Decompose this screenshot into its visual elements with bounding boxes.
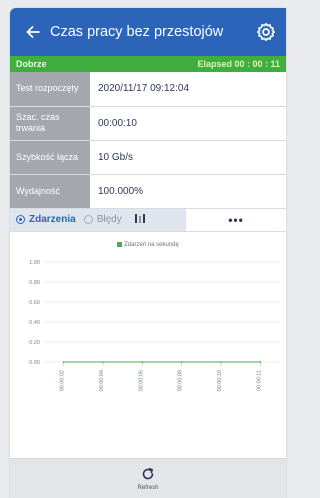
x-tick-label: 00:00:11: [256, 370, 262, 391]
errors-radio[interactable]: [83, 215, 93, 224]
gear-icon[interactable]: [254, 20, 278, 44]
data-point: [220, 360, 222, 363]
elapsed-timer: Elapsed 00 : 00 : 11: [197, 59, 280, 69]
events-chart: Zdarzeń na sekundę 1.00 0.80 0.60 0.40 0.20 0…: [10, 231, 286, 427]
more-options-button[interactable]: •••: [186, 213, 286, 227]
info-label: Wydajność: [10, 174, 90, 209]
app-screen: Czas pracy bez przestojów Dobrze Elapsed…: [10, 8, 286, 498]
view-tabs: Zdarzenia Błędy •••: [10, 208, 286, 232]
x-tick-label: 00:00:02: [60, 370, 66, 391]
legend-swatch: [117, 241, 123, 247]
data-point: [62, 360, 65, 363]
back-arrow-icon[interactable]: [20, 19, 46, 45]
data-point: [102, 360, 104, 363]
info-row-duration: Szac. czas trwania 00:00:10: [10, 106, 286, 141]
refresh-label: Refresh: [137, 484, 159, 491]
info-value: 10 Gb/s: [90, 140, 286, 175]
x-tick-label: 00:00:04: [99, 370, 105, 391]
y-tick-label: 0.00: [29, 360, 40, 366]
y-tick-label: 0.80: [29, 280, 40, 286]
y-tick-label: 1.00: [29, 260, 40, 266]
data-point: [259, 360, 262, 363]
x-tick-label: 00:00:10: [217, 370, 223, 391]
app-bar: Czas pracy bez przestojów: [10, 8, 286, 56]
data-point: [180, 360, 183, 363]
info-value: 100.000%: [90, 174, 286, 209]
events-radio[interactable]: [16, 215, 25, 224]
chart-legend: Zdarzeń na sekundę: [10, 241, 286, 248]
x-tick-label: 00:00:08: [178, 370, 184, 391]
info-label: Szac. czas trwania: [10, 106, 90, 141]
info-value: 00:00:10: [90, 106, 286, 141]
status-bar: Dobrze Elapsed 00 : 00 : 11: [10, 56, 286, 72]
test-info-table: Test rozpoczęty 2020/11/17 09:12:04 Szac…: [10, 72, 286, 209]
page-title: Czas pracy bez przestojów: [50, 24, 224, 40]
bar-chart-icon[interactable]: [134, 213, 146, 227]
legend-label: Zdarzeń na sekundę: [124, 241, 179, 248]
y-tick-label: 0.20: [29, 340, 40, 346]
tabs-left-group: Zdarzenia Błędy: [10, 208, 186, 231]
refresh-icon[interactable]: [141, 467, 155, 483]
y-tick-label: 0.40: [29, 320, 40, 326]
info-label: Szybkość łącza: [10, 140, 90, 175]
info-row-start: Test rozpoczęty 2020/11/17 09:12:04: [10, 72, 286, 107]
chart-plot: 1.00 0.80 0.60 0.40 0.20 0.00 00:00:02 00:00:04…: [29, 260, 280, 391]
data-point: [141, 360, 144, 363]
refresh-bar[interactable]: Refresh: [10, 458, 286, 498]
info-row-speed: Szybkość łącza 10 Gb/s: [10, 140, 286, 175]
info-value: 2020/11/17 09:12:04: [90, 72, 286, 107]
x-tick-label: 00:00:06: [138, 370, 144, 391]
status-state: Dobrze: [16, 59, 47, 69]
y-tick-label: 0.60: [29, 300, 40, 306]
info-label: Test rozpoczęty: [10, 72, 90, 107]
tab-events[interactable]: Zdarzenia: [29, 214, 76, 225]
info-row-efficiency: Wydajność 100.000%: [10, 174, 286, 209]
tab-errors[interactable]: Błędy: [97, 214, 122, 225]
